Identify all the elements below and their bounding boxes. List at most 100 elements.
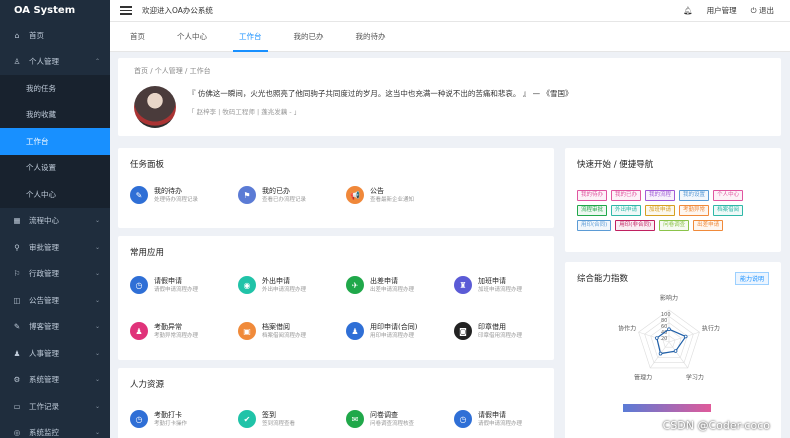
sidebar-item-12[interactable]: ♟ 人事管理 ⌄	[0, 340, 110, 367]
item-title: 用印申请(合同)	[370, 322, 418, 331]
quick-nav-tag[interactable]: 我的流程	[645, 190, 676, 201]
edit-icon: ✎	[130, 186, 148, 204]
welcome-text: 欢迎进入OA办公系统	[142, 6, 213, 15]
item-subtitle: 考勤打卡操作	[154, 420, 188, 427]
sidebar-item-label: 审批管理	[29, 242, 59, 252]
chevron-icon: ⌄	[94, 270, 100, 278]
tab-2[interactable]: 工作台	[233, 22, 268, 52]
sidebar-item-14[interactable]: ▭ 工作记录 ⌄	[0, 393, 110, 420]
sidebar-item-15[interactable]: ◎ 系统监控 ⌄	[0, 420, 110, 438]
chevron-icon: ⌄	[94, 376, 100, 384]
tab-3[interactable]: 我的已办	[288, 22, 330, 52]
quick-nav-tag[interactable]: 加班申请	[645, 205, 676, 216]
sidebar-item-label: 博客管理	[29, 322, 59, 332]
logout-link[interactable]: ⏻ 退出	[751, 5, 774, 16]
quick-nav-tag[interactable]: 用印(合同)	[577, 220, 612, 231]
list-item[interactable]: ✈ 出差申请 出差申请流程办理	[346, 276, 414, 294]
person-icon: ♟	[130, 322, 148, 340]
color-scale-bar	[623, 404, 711, 412]
list-item[interactable]: ✔ 签到 签到流程查看	[238, 410, 295, 428]
signin-icon: ✔	[238, 410, 256, 428]
task-panel: 任务面板 ✎ 我的待办 处理待办流程记录 ⚑ 我的已办 查看已办流程记录 📢 公告 查看最新企业…	[118, 148, 554, 228]
item-title: 出差申请	[370, 276, 398, 285]
tab-1[interactable]: 个人中心	[171, 22, 213, 52]
quick-nav-tag[interactable]: 个人中心	[713, 190, 744, 201]
sidebar-item-0[interactable]: ⌂ 首页	[0, 22, 110, 49]
item-subtitle: 外出申请流程办理	[262, 286, 307, 293]
list-item[interactable]: ✉ 问卷调查 问卷调查流程核查	[346, 410, 414, 428]
item-title: 考勤打卡	[154, 410, 182, 419]
item-subtitle: 签到流程查看	[262, 420, 296, 427]
app-root: OA System ⌂ 首页 ♙ 个人管理 ⌃ 我的任务 我的收藏 工作台 个人设置 个人中心 ▦ 流…	[0, 0, 790, 438]
list-item[interactable]: ◷ 请假申请 请假申请流程办理	[130, 276, 198, 294]
blog-icon: ✎	[13, 322, 21, 332]
tab-0[interactable]: 首页	[124, 22, 151, 52]
monitor-icon: ◎	[13, 428, 21, 438]
bell-icon[interactable]: 🔔︎	[683, 6, 693, 15]
top-header: 欢迎进入OA办公系统 🔔︎ 用户管理 ⏻ 退出	[110, 0, 790, 22]
list-item[interactable]: ⚑ 我的已办 查看已办流程记录	[238, 186, 306, 204]
menu-toggle-icon[interactable]	[120, 6, 132, 15]
sidebar-item-9[interactable]: ⚐ 行政管理 ⌄	[0, 261, 110, 288]
quick-nav-tag[interactable]: 考勤异常	[679, 205, 710, 216]
quick-nav-tag[interactable]: 档案借阅	[713, 205, 744, 216]
quick-nav-panel: 快速开始 / 便捷导航 我的待办 我的已办 我的流程 我的设置 个人中心 流程审批 外出申请…	[565, 148, 781, 252]
ability-panel: 综合能力指数 能力说明 影响力 执行力 学习力 管理力 协作力 100 80 60 40 20	[565, 262, 781, 438]
list-item[interactable]: ♟ 考勤异常 考勤异常流程办理	[130, 322, 198, 340]
sidebar-item-8[interactable]: ⚲ 审批管理 ⌄	[0, 234, 110, 261]
item-subtitle: 查看最新企业通知	[370, 196, 415, 203]
list-item[interactable]: 📢 公告 查看最新企业通知	[346, 186, 414, 204]
chevron-icon: ⌄	[94, 243, 100, 251]
quick-nav-tag[interactable]: 外出申请	[611, 205, 642, 216]
sidebar-item-11[interactable]: ✎ 博客管理 ⌄	[0, 314, 110, 341]
quick-nav-tag[interactable]: 我的待办	[577, 190, 608, 201]
sidebar-item-2[interactable]: 我的任务	[0, 75, 110, 102]
list-item[interactable]: ◙ 印章借用 印章借用流程办理	[454, 322, 522, 340]
flag-icon: ⚑	[238, 186, 256, 204]
sidebar-item-1[interactable]: ♙ 个人管理 ⌃	[0, 49, 110, 76]
notice-icon: ◫	[13, 295, 21, 305]
sidebar-item-13[interactable]: ⚙ 系统管理 ⌄	[0, 367, 110, 394]
header-actions: 🔔︎ 用户管理 ⏻ 退出	[683, 5, 774, 16]
quick-nav-tag[interactable]: 我的已办	[611, 190, 642, 201]
item-subtitle: 加班申请流程办理	[478, 286, 523, 293]
plane-icon: ✈	[346, 276, 364, 294]
list-item[interactable]: ◷ 请假申请 请假申请流程办理	[454, 410, 522, 428]
tab-4[interactable]: 我的待办	[350, 22, 392, 52]
hr-panel-title: 人力资源	[130, 380, 165, 390]
item-title: 请假申请	[154, 276, 182, 285]
list-item[interactable]: ✎ 我的待办 处理待办流程记录	[130, 186, 198, 204]
list-item[interactable]: ◷ 考勤打卡 考勤打卡操作	[130, 410, 187, 428]
radar-point	[655, 336, 659, 340]
sidebar-item-6[interactable]: 个人中心	[0, 181, 110, 208]
quick-nav-tag[interactable]: 出差申请	[693, 220, 724, 231]
quick-nav-tag[interactable]: 用印(非合同)	[615, 220, 656, 231]
profile-signature: 「 赵梓李 | 牧码工程师 | 蓬兆发藕 - 」	[188, 108, 301, 116]
chevron-icon: ⌄	[94, 349, 100, 357]
list-item[interactable]: ▣ 档案借阅 档案借阅流程办理	[238, 322, 306, 340]
list-item[interactable]: ♟ 用印申请(合同) 用印申请流程办理	[346, 322, 417, 340]
sidebar-item-label: 系统监控	[29, 428, 59, 438]
item-subtitle: 问卷调查流程核查	[370, 420, 415, 427]
radar-point	[667, 327, 671, 331]
sidebar-item-3[interactable]: 我的收藏	[0, 101, 110, 128]
radar-point	[658, 351, 663, 356]
seal-icon: ♟	[346, 322, 364, 340]
sidebar-item-10[interactable]: ◫ 公告管理 ⌄	[0, 287, 110, 314]
admin-icon: ⚐	[13, 269, 21, 279]
radar-tick-label: 20	[661, 336, 667, 342]
quick-nav-tag[interactable]: 流程审批	[577, 205, 608, 216]
item-title: 外出申请	[262, 276, 290, 285]
quick-nav-tag[interactable]: 问卷调查	[659, 220, 690, 231]
sidebar-item-5[interactable]: 个人设置	[0, 154, 110, 181]
sidebar-item-label: 我的任务	[26, 83, 56, 93]
sidebar-item-label: 人事管理	[29, 348, 59, 358]
user-management-link[interactable]: 用户管理	[707, 5, 737, 16]
quick-nav-tag[interactable]: 我的设置	[679, 190, 710, 201]
item-title: 签到	[262, 410, 276, 419]
sidebar-item-4[interactable]: 工作台	[0, 128, 110, 155]
sidebar-item-7[interactable]: ▦ 流程中心 ⌄	[0, 208, 110, 235]
list-item[interactable]: ♜ 加班申请 加班申请流程办理	[454, 276, 522, 294]
list-item[interactable]: ◉ 外出申请 外出申请流程办理	[238, 276, 306, 294]
checkin-icon: ◷	[130, 410, 148, 428]
